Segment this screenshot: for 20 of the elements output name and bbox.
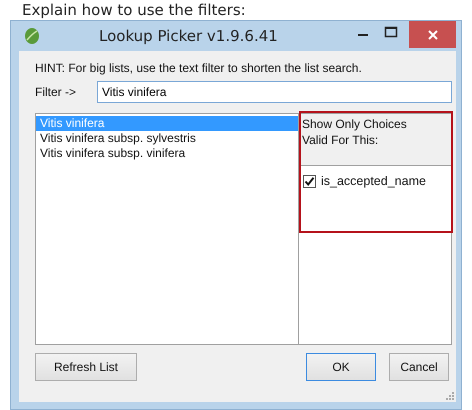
list-item[interactable]: Vitis vinifera subsp. sylvestris <box>36 131 298 146</box>
filter-heading: Show Only Choices <box>302 116 408 132</box>
filter-field[interactable]: Vitis vinifera <box>97 81 452 103</box>
close-button[interactable] <box>409 21 456 48</box>
filter-label: Filter -> <box>35 85 78 99</box>
list-item[interactable]: Vitis vinifera subsp. vinifera <box>36 146 298 161</box>
hint-text: HINT: For big lists, use the text filter to shorten the list search. <box>35 60 363 77</box>
cancel-button[interactable]: Cancel <box>389 353 449 381</box>
window-title: Lookup Picker v1.9.6.41 <box>99 27 278 45</box>
refresh-button[interactable]: Refresh List <box>35 353 137 381</box>
close-icon <box>426 28 438 40</box>
caption-text: Explain how to use the filters: <box>21 0 247 20</box>
checkbox[interactable] <box>303 174 316 188</box>
filter-heading: Valid For This: <box>302 132 380 148</box>
ok-button[interactable]: OK <box>306 353 376 381</box>
minimize-icon <box>358 34 368 36</box>
maximize-icon <box>384 25 398 39</box>
leaf-icon <box>23 27 41 45</box>
resize-grip-icon <box>446 392 454 400</box>
option-label: is_accepted_name <box>321 174 426 188</box>
